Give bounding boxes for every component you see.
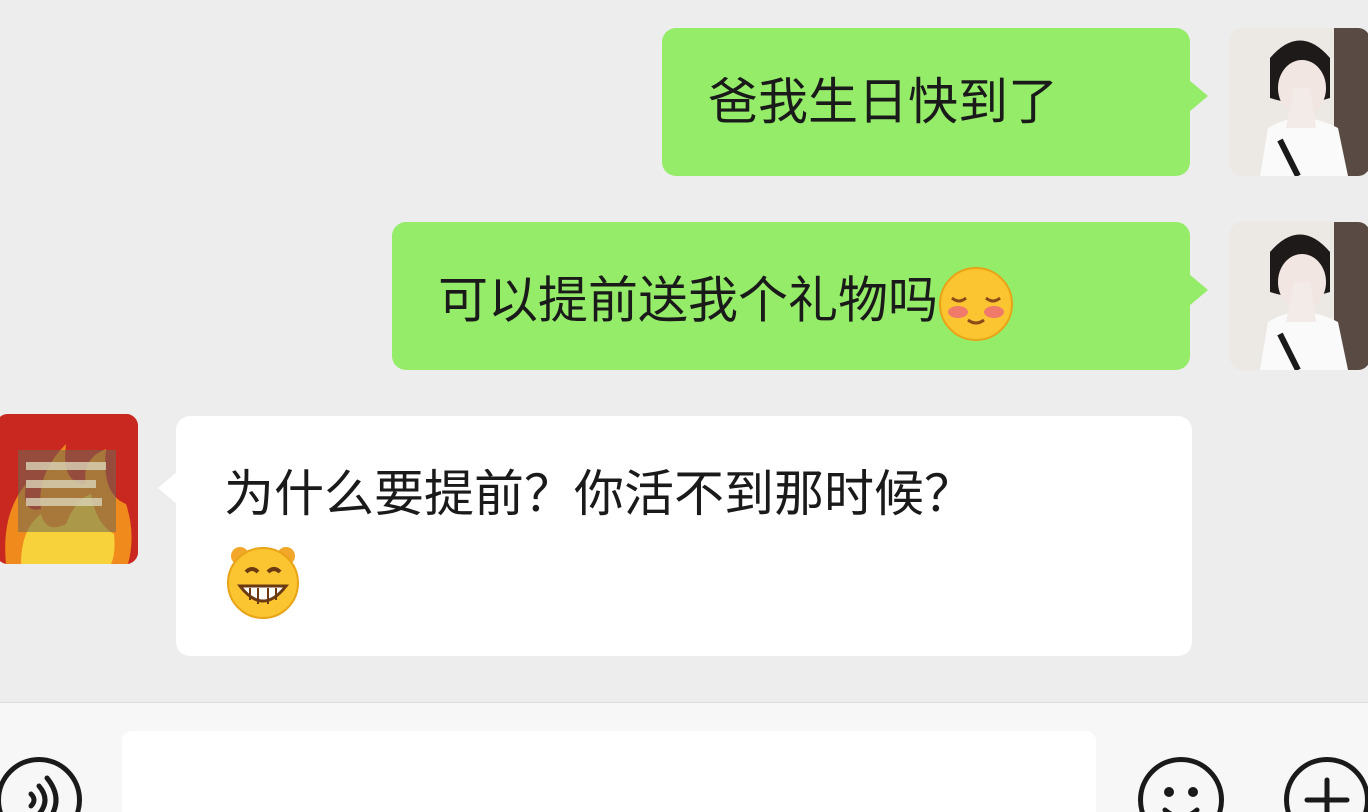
message-bubble-sent[interactable]: 可以提前送我个礼物吗 <box>392 222 1208 370</box>
message-input[interactable] <box>122 731 1096 812</box>
flame-image-icon <box>0 414 138 564</box>
message-input-bar <box>0 702 1368 812</box>
voice-icon <box>28 775 59 812</box>
message-bubble-sent[interactable]: 爸我生日快到了 <box>662 28 1208 176</box>
blushing-face-emoji <box>938 266 1014 342</box>
chat-screen: 爸我生日快到了 可以提前送我个礼物吗 为什么要提前？你活不到那时候？ <box>0 0 1368 812</box>
plus-icon <box>1304 777 1350 812</box>
person-photo-icon <box>1230 28 1368 176</box>
my-avatar[interactable] <box>1230 222 1368 370</box>
more-button[interactable] <box>1284 757 1368 812</box>
my-avatar[interactable] <box>1230 28 1368 176</box>
dad-avatar[interactable] <box>0 414 138 564</box>
message-text: 可以提前送我个礼物吗 <box>438 271 938 330</box>
person-photo-icon <box>1230 222 1368 370</box>
emoji-button[interactable] <box>1138 757 1224 812</box>
smiley-icon <box>1162 787 1200 812</box>
message-bubble-received[interactable]: 为什么要提前？你活不到那时候？ <box>158 416 1192 656</box>
message-text: 为什么要提前？你活不到那时候？ <box>224 465 974 523</box>
message-text: 爸我生日快到了 <box>708 73 1058 131</box>
grinning-face-emoji <box>224 542 302 620</box>
voice-button[interactable] <box>0 757 82 812</box>
